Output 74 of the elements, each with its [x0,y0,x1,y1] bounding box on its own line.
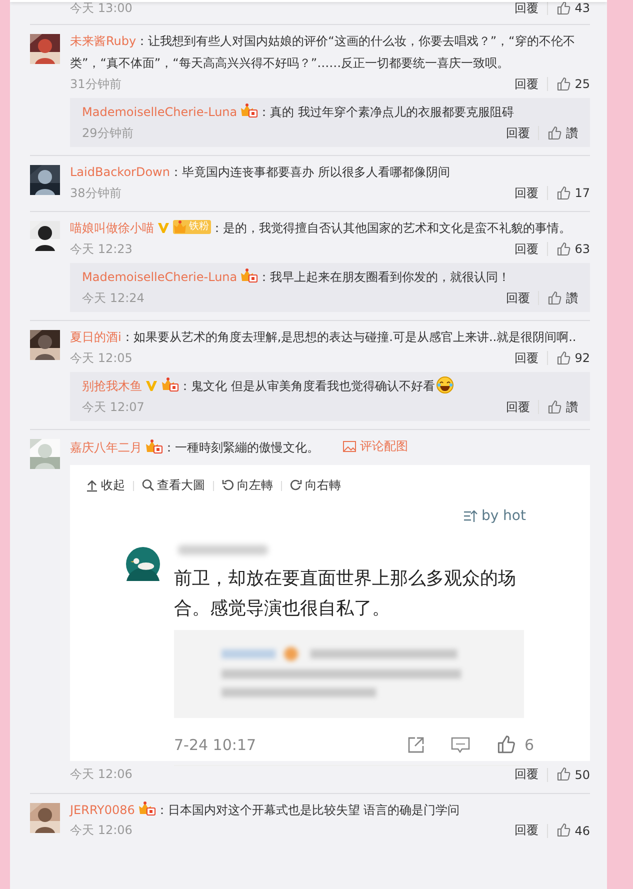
like-count[interactable]: 讚 [566,124,578,142]
crown-level-icon [240,268,258,283]
like-count[interactable]: 讚 [566,290,578,306]
thumbs-up-icon[interactable] [556,76,571,92]
image-tool-link[interactable]: 收起 [86,477,125,494]
timestamp: 31分钟前 [70,76,122,92]
like-count[interactable]: 43 [574,1,590,15]
reply-text: ：鬼文化 但是从审美角度看我也觉得确认不好看 [179,379,435,393]
like-count[interactable]: 63 [574,242,590,256]
timestamp: 29分钟前 [82,124,134,142]
thumbs-up-icon[interactable] [547,126,562,140]
post-text: 前卫，却放在要直面世界上那么多观众的场合。感觉导演也很自私了。 [174,566,517,620]
share-icon[interactable] [407,736,426,754]
timestamp: 今天 12:05 [70,350,132,366]
badge-label: 铁粉 [189,220,209,234]
search-icon [142,479,154,492]
image-tool-link[interactable]: 向左轉 [222,477,273,494]
comment-text: LaidBackorDown：毕竟国内连丧事都要喜办 所以很多人看哪都像阴间 [70,165,450,179]
rotate-left-icon [222,479,234,492]
verified-v-icon [157,221,170,234]
reply-link[interactable]: 回覆 [514,766,539,783]
reply-link[interactable]: 回覆 [514,184,539,202]
thumbs-up-icon[interactable] [556,242,571,256]
reply-link[interactable]: 回覆 [514,240,539,258]
image-icon [343,440,356,452]
image-tool-link[interactable]: 查看大圖 [142,477,205,494]
thumbs-up-icon[interactable] [556,0,571,16]
timestamp: 今天 12:06 [70,766,132,783]
post-timestamp: 7-24 10:17 [174,736,258,754]
comment-text: 未来酱Ruby：让我想到有些人对国内姑娘的评价“这画的什么妆，你要去唱戏？”，“穿的不伦不类”，“真不体面”，“每天高高兴兴得不好吗？”……反正一切都要统一喜庆一致呗。 [70,34,575,70]
thumbs-up-icon[interactable] [556,186,571,200]
like-count[interactable]: 17 [574,186,590,200]
like-count[interactable]: 6 [524,736,534,754]
like-count[interactable]: 讚 [566,398,578,416]
crown-level-icon [173,220,189,234]
timestamp: 今天 12:23 [70,240,132,258]
crown-level-icon [138,800,156,816]
like-count[interactable]: 25 [574,77,590,91]
reply-text: ：我早上起来在朋友圈看到你发的，就很认同！ [258,270,510,284]
reply-link[interactable]: 回覆 [514,350,539,366]
like-count[interactable]: 50 [574,768,590,782]
sort-icon[interactable] [464,510,478,522]
timestamp: 今天 12:06 [70,822,132,839]
reply-text: ：真的 我过年穿个素净点儿的衣服都要克服阻碍 [258,105,514,119]
timestamp: 38分钟前 [70,184,122,202]
comment-text: 嘉庆八年二月 ：一種時刻緊繃的傲慢文化。 [70,440,319,454]
like-count[interactable]: 46 [574,824,590,838]
thumbs-up-icon[interactable] [556,350,571,366]
image-tool-link[interactable]: 向右轉 [290,477,341,494]
timestamp: 今天 12:24 [82,290,144,306]
crown-level-icon [145,438,163,454]
comment-text: 夏日的酒i：如果要从艺术的角度去理解,是思想的表达与碰撞.可是从感官上来讲..就是很阴间啊.. [70,330,576,344]
timestamp: 今天 12:07 [82,398,144,416]
thumbs-up-icon[interactable] [556,823,571,838]
collapse-icon [86,479,98,492]
sort-label[interactable]: by hot [481,508,526,524]
thumbs-up-icon[interactable] [547,290,562,306]
thumbs-up-icon[interactable] [547,400,562,414]
timestamp: 今天 13:00 [70,0,132,16]
comment-text: JERRY0086 ：日本国内对这个开幕式也是比较失望 语言的确是门学问 [70,802,460,816]
verified-v-icon [145,379,158,392]
reply-link[interactable]: 回覆 [506,290,530,306]
crown-level-icon [161,377,179,392]
reply-link[interactable]: 回覆 [514,0,539,16]
rotate-right-icon [290,479,302,492]
reply-link[interactable]: 回覆 [514,822,539,839]
reply-link[interactable]: 回覆 [506,124,530,142]
crown-level-icon [240,103,258,118]
thumbs-up-icon[interactable] [496,734,516,754]
reply-link[interactable]: 回覆 [506,398,530,416]
like-count[interactable]: 92 [574,351,590,365]
reply-link[interactable]: 回覆 [514,76,539,92]
comment-icon[interactable] [451,736,470,754]
thumbs-up-icon[interactable] [556,767,571,782]
